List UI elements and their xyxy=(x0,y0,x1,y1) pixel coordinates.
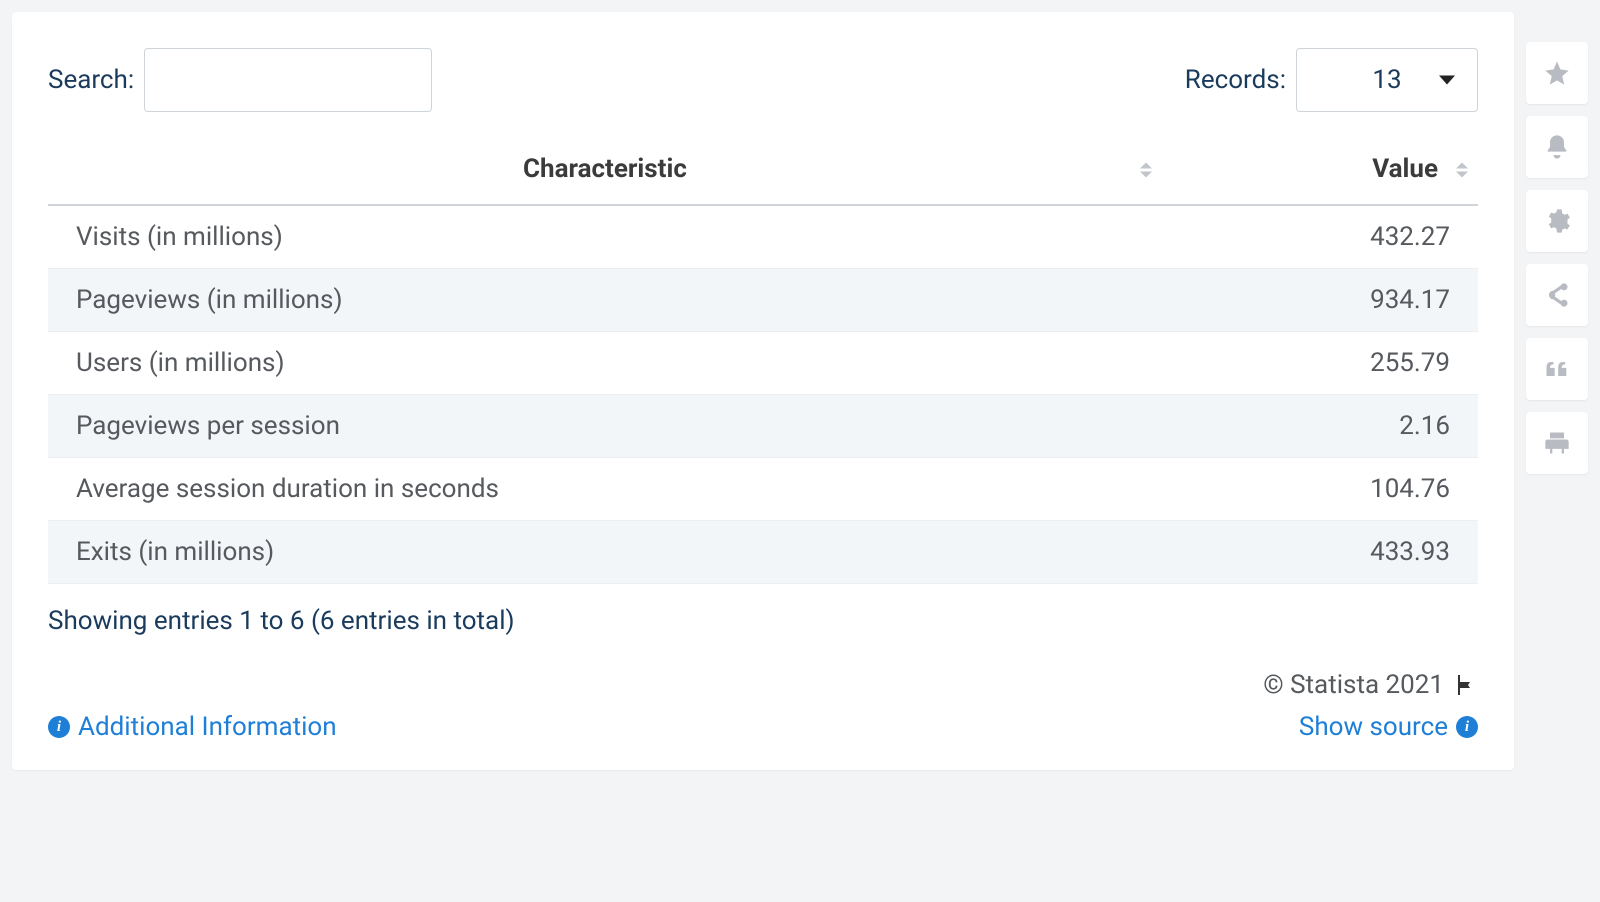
gear-icon xyxy=(1543,207,1571,235)
info-icon: i xyxy=(1456,716,1478,738)
search-label: Search: xyxy=(48,65,134,95)
table-row: Exits (in millions)433.93 xyxy=(48,521,1478,584)
additional-info-link[interactable]: i Additional Information xyxy=(48,712,337,742)
settings-button[interactable] xyxy=(1526,190,1588,252)
chevron-down-icon xyxy=(1439,76,1455,85)
search-group: Search: xyxy=(48,48,432,112)
bell-icon xyxy=(1543,133,1571,161)
characteristic-cell: Average session duration in seconds xyxy=(48,458,1162,521)
cite-button[interactable] xyxy=(1526,338,1588,400)
favorite-button[interactable] xyxy=(1526,42,1588,104)
records-select[interactable]: 13 xyxy=(1296,48,1478,112)
entries-status: Showing entries 1 to 6 (6 entries in tot… xyxy=(48,606,1478,636)
share-icon xyxy=(1543,281,1571,309)
sort-icon xyxy=(1456,163,1468,178)
star-icon xyxy=(1543,59,1571,87)
data-table: Characteristic Value Visits (in millions… xyxy=(48,136,1478,584)
col-header-label: Value xyxy=(1372,154,1438,184)
data-card: Search: Records: 13 Characteristic xyxy=(12,12,1514,770)
sort-icon xyxy=(1140,163,1152,178)
search-input[interactable] xyxy=(144,48,432,112)
characteristic-cell: Exits (in millions) xyxy=(48,521,1162,584)
table-row: Users (in millions)255.79 xyxy=(48,332,1478,395)
additional-info-label: Additional Information xyxy=(78,712,337,742)
flag-icon xyxy=(1454,673,1478,697)
action-sidebar xyxy=(1526,12,1588,474)
notify-button[interactable] xyxy=(1526,116,1588,178)
show-source-link[interactable]: Show source i xyxy=(1299,712,1478,742)
records-value: 13 xyxy=(1372,65,1401,95)
show-source-label: Show source xyxy=(1299,712,1448,742)
card-footer: i Additional Information © Statista 2021… xyxy=(48,670,1478,742)
table-row: Visits (in millions)432.27 xyxy=(48,205,1478,269)
characteristic-cell: Users (in millions) xyxy=(48,332,1162,395)
value-cell: 432.27 xyxy=(1162,205,1478,269)
copyright-text: © Statista 2021 xyxy=(1263,670,1444,700)
table-row: Pageviews per session2.16 xyxy=(48,395,1478,458)
copyright: © Statista 2021 xyxy=(1263,670,1478,700)
table-row: Average session duration in seconds104.7… xyxy=(48,458,1478,521)
table-controls: Search: Records: 13 xyxy=(48,48,1478,112)
col-header-characteristic[interactable]: Characteristic xyxy=(48,136,1162,205)
value-cell: 104.76 xyxy=(1162,458,1478,521)
characteristic-cell: Pageviews (in millions) xyxy=(48,269,1162,332)
records-label: Records: xyxy=(1185,65,1286,95)
print-button[interactable] xyxy=(1526,412,1588,474)
share-button[interactable] xyxy=(1526,264,1588,326)
value-cell: 934.17 xyxy=(1162,269,1478,332)
value-cell: 255.79 xyxy=(1162,332,1478,395)
footer-right: © Statista 2021 Show source i xyxy=(1263,670,1478,742)
characteristic-cell: Visits (in millions) xyxy=(48,205,1162,269)
value-cell: 433.93 xyxy=(1162,521,1478,584)
characteristic-cell: Pageviews per session xyxy=(48,395,1162,458)
quote-icon xyxy=(1543,355,1571,383)
info-icon: i xyxy=(48,716,70,738)
col-header-label: Characteristic xyxy=(523,154,687,184)
print-icon xyxy=(1543,429,1571,457)
table-row: Pageviews (in millions)934.17 xyxy=(48,269,1478,332)
col-header-value[interactable]: Value xyxy=(1162,136,1478,205)
records-group: Records: 13 xyxy=(1185,48,1478,112)
value-cell: 2.16 xyxy=(1162,395,1478,458)
